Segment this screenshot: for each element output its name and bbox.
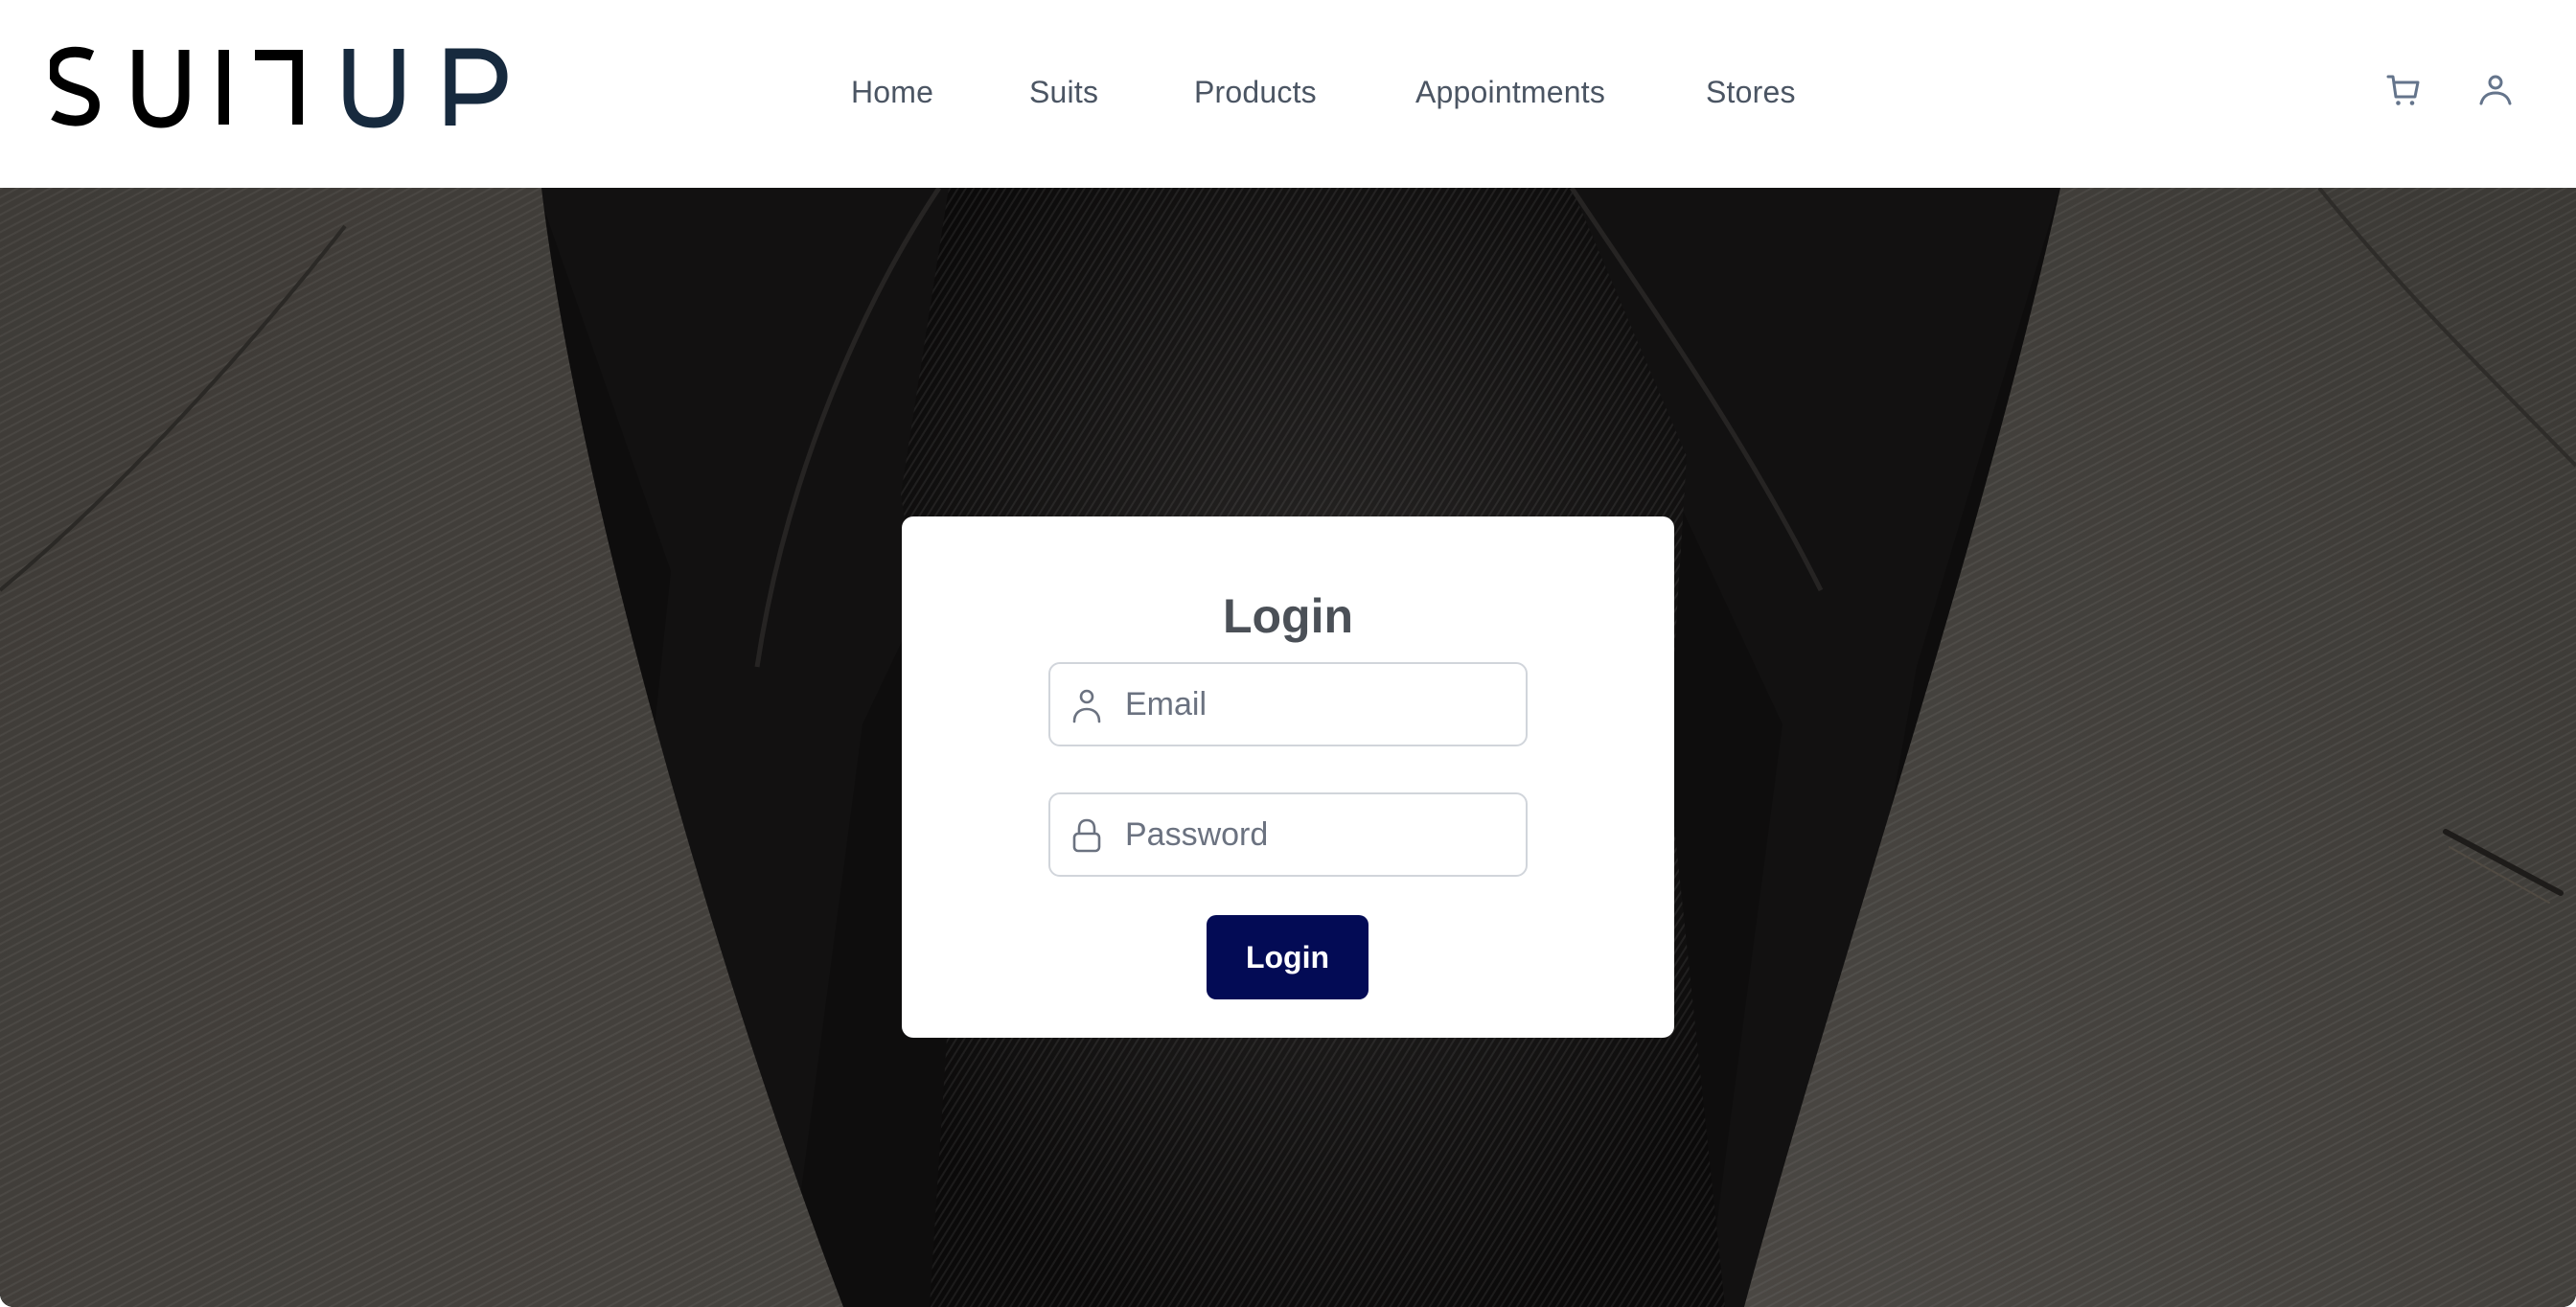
site-header: Home Suits Products Appointments Stores [0, 0, 2576, 188]
email-input[interactable] [1125, 664, 1508, 745]
login-title: Login [1222, 588, 1354, 643]
shopping-cart-icon [2386, 75, 2420, 105]
nav-stores[interactable]: Stores [1706, 67, 1796, 117]
login-card: Login Login [902, 516, 1674, 1038]
nav-appointments[interactable]: Appointments [1415, 67, 1605, 117]
password-field[interactable] [1048, 792, 1528, 877]
nav-products[interactable]: Products [1194, 67, 1317, 117]
lock-icon [1070, 817, 1104, 854]
account-button[interactable] [2476, 71, 2515, 109]
user-icon [1070, 687, 1104, 723]
nav-suits[interactable]: Suits [1029, 67, 1098, 117]
password-input[interactable] [1125, 794, 1508, 875]
email-field[interactable] [1048, 662, 1528, 746]
main-nav: Home Suits Products Appointments Stores [0, 67, 2576, 117]
user-icon [2479, 75, 2512, 105]
login-button[interactable]: Login [1207, 915, 1368, 999]
cart-button[interactable] [2384, 71, 2423, 109]
nav-home[interactable]: Home [851, 67, 933, 117]
